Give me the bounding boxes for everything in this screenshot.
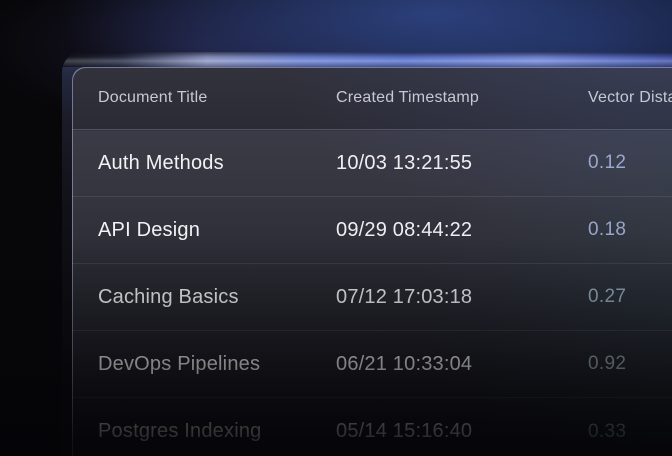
- table-row[interactable]: Caching Basics 07/12 17:03:18 0.27: [72, 264, 672, 331]
- created-timestamp-cell: 05/14 15:16:40: [336, 420, 588, 443]
- table-row[interactable]: Postgres Indexing 05/14 15:16:40 0.33: [72, 398, 672, 456]
- vector-distance-cell: 0.33: [588, 421, 672, 443]
- table-row[interactable]: Auth Methods 10/03 13:21:55 0.12: [72, 130, 672, 197]
- table-body: Auth Methods 10/03 13:21:55 0.12 API Des…: [72, 130, 672, 456]
- table-panel: Document Title Created Timestamp Vector …: [72, 67, 672, 456]
- vector-distance-cell: 0.27: [588, 286, 672, 308]
- column-header-created-timestamp: Created Timestamp: [336, 89, 588, 107]
- created-timestamp-cell: 06/21 10:33:04: [336, 353, 588, 376]
- document-title-cell: DevOps Pipelines: [98, 353, 336, 376]
- document-title-cell: API Design: [98, 219, 336, 242]
- card-top-glow-edge: [62, 52, 672, 67]
- vector-distance-cell: 0.92: [588, 353, 672, 375]
- documents-table-card: Document Title Created Timestamp Vector …: [62, 52, 672, 456]
- document-title-cell: Auth Methods: [98, 152, 336, 175]
- document-title-cell: Postgres Indexing: [98, 420, 336, 443]
- created-timestamp-cell: 07/12 17:03:18: [336, 286, 588, 309]
- created-timestamp-cell: 10/03 13:21:55: [336, 152, 588, 175]
- document-title-cell: Caching Basics: [98, 286, 336, 309]
- table-row[interactable]: DevOps Pipelines 06/21 10:33:04 0.92: [72, 331, 672, 398]
- vector-distance-cell: 0.12: [588, 152, 672, 174]
- table-header-row: Document Title Created Timestamp Vector …: [72, 67, 672, 130]
- column-header-vector-distance: Vector Distance: [588, 89, 672, 107]
- table-row[interactable]: API Design 09/29 08:44:22 0.18: [72, 197, 672, 264]
- column-header-document-title: Document Title: [98, 89, 336, 107]
- created-timestamp-cell: 09/29 08:44:22: [336, 219, 588, 242]
- vector-distance-cell: 0.18: [588, 219, 672, 241]
- screenshot-root: Document Title Created Timestamp Vector …: [0, 0, 672, 456]
